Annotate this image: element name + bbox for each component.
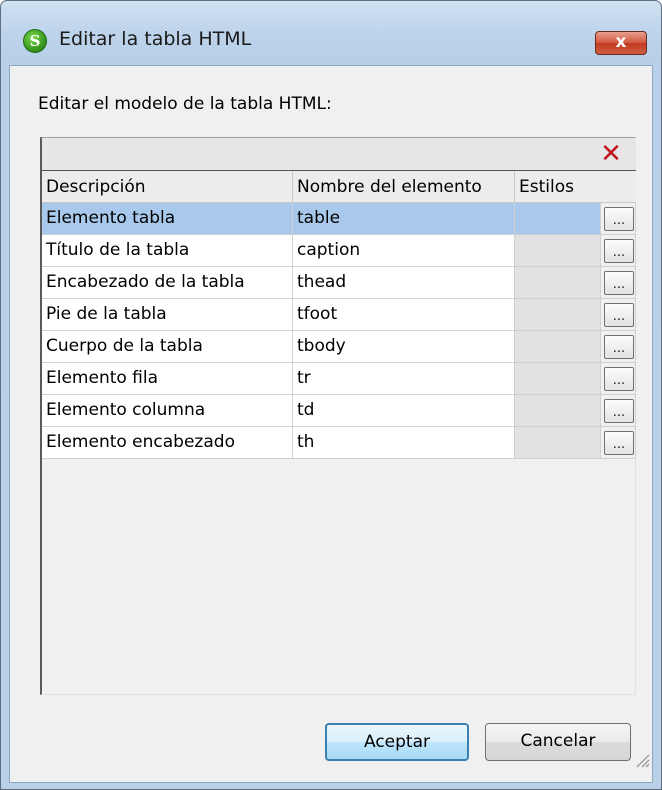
element-name-cell[interactable]: thead <box>293 267 515 299</box>
grid-toolbar: ✕ <box>42 138 636 171</box>
edit-styles-button[interactable]: ... <box>604 271 634 295</box>
element-name-cell[interactable]: caption <box>293 235 515 267</box>
description-cell[interactable]: Pie de la tabla <box>42 299 293 331</box>
table-row[interactable]: Elemento columna td ... <box>42 395 636 427</box>
description-cell[interactable]: Elemento fila <box>42 363 293 395</box>
styles-button-cell: ... <box>601 267 636 299</box>
styles-button-cell: ... <box>601 203 636 235</box>
description-cell[interactable]: Elemento encabezado <box>42 427 293 459</box>
styles-cell[interactable] <box>515 235 601 267</box>
edit-styles-button[interactable]: ... <box>604 335 634 359</box>
styles-cell[interactable] <box>515 331 601 363</box>
accept-button[interactable]: Aceptar <box>325 723 469 761</box>
edit-styles-button[interactable]: ... <box>604 367 634 391</box>
window-title: Editar la tabla HTML <box>59 28 252 50</box>
column-header-styles[interactable]: Estilos <box>515 171 636 203</box>
table-row[interactable]: Elemento encabezado th ... <box>42 427 636 459</box>
description-cell[interactable]: Encabezado de la tabla <box>42 267 293 299</box>
column-header-description[interactable]: Descripción <box>42 171 293 203</box>
description-cell[interactable]: Elemento columna <box>42 395 293 427</box>
element-name-cell[interactable]: tr <box>293 363 515 395</box>
styles-cell[interactable] <box>515 299 601 331</box>
element-name-cell[interactable]: tbody <box>293 331 515 363</box>
table-row[interactable]: Elemento fila tr ... <box>42 363 636 395</box>
styles-cell[interactable] <box>515 267 601 299</box>
styles-button-cell: ... <box>601 395 636 427</box>
edit-styles-button[interactable]: ... <box>604 207 634 231</box>
styles-button-cell: ... <box>601 427 636 459</box>
cancel-button[interactable]: Cancelar <box>485 723 631 761</box>
edit-styles-button[interactable]: ... <box>604 239 634 263</box>
column-header-element-name[interactable]: Nombre del elemento <box>293 171 515 203</box>
styles-cell[interactable] <box>515 427 601 459</box>
styles-cell[interactable] <box>515 203 601 235</box>
styles-button-cell: ... <box>601 363 636 395</box>
app-logo-icon: S <box>23 29 47 53</box>
styles-button-cell: ... <box>601 299 636 331</box>
element-name-cell[interactable]: td <box>293 395 515 427</box>
delete-icon[interactable]: ✕ <box>598 141 624 167</box>
element-name-cell[interactable]: tfoot <box>293 299 515 331</box>
grid-rows: Elemento tabla table ... Título de la ta… <box>42 203 636 459</box>
styles-button-cell: ... <box>601 331 636 363</box>
edit-styles-button[interactable]: ... <box>604 399 634 423</box>
table-model-label: Editar el modelo de la tabla HTML: <box>38 94 332 114</box>
table-row[interactable]: Pie de la tabla tfoot ... <box>42 299 636 331</box>
title-bar[interactable]: S Editar la tabla HTML x <box>1 1 661 61</box>
styles-cell[interactable] <box>515 395 601 427</box>
edit-styles-button[interactable]: ... <box>604 303 634 327</box>
dialog-body: Editar el modelo de la tabla HTML: ✕ Des… <box>9 65 653 783</box>
dialog-window: S Editar la tabla HTML x Editar el model… <box>0 0 662 790</box>
styles-cell[interactable] <box>515 363 601 395</box>
description-cell[interactable]: Cuerpo de la tabla <box>42 331 293 363</box>
table-row[interactable]: Elemento tabla table ... <box>42 203 636 235</box>
table-row[interactable]: Título de la tabla caption ... <box>42 235 636 267</box>
edit-styles-button[interactable]: ... <box>604 431 634 455</box>
element-name-cell[interactable]: table <box>293 203 515 235</box>
table-row[interactable]: Encabezado de la tabla thead ... <box>42 267 636 299</box>
resize-grip-icon[interactable] <box>634 752 650 768</box>
close-button[interactable]: x <box>595 31 647 55</box>
table-row[interactable]: Cuerpo de la tabla tbody ... <box>42 331 636 363</box>
styles-button-cell: ... <box>601 235 636 267</box>
element-name-cell[interactable]: th <box>293 427 515 459</box>
description-cell[interactable]: Título de la tabla <box>42 235 293 267</box>
description-cell[interactable]: Elemento tabla <box>42 203 293 235</box>
table-model-grid: ✕ Descripción Nombre del elemento Estilo… <box>40 137 636 695</box>
